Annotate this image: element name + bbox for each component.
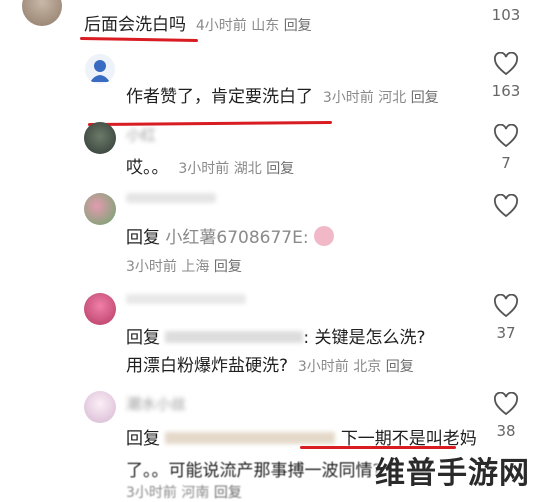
- like-button[interactable]: 37: [486, 294, 526, 342]
- heart-icon: [494, 52, 518, 76]
- comment-text-line2: 用漂白粉爆炸盐硬洗? 3小时前 北京 回复: [126, 356, 414, 376]
- reply-link[interactable]: 回复: [214, 485, 242, 501]
- user-name[interactable]: [126, 193, 216, 203]
- comment-meta: 3小时前 河南 回复: [126, 485, 242, 501]
- avatar[interactable]: [84, 293, 116, 325]
- user-name[interactable]: [126, 294, 246, 304]
- annotation-underline: [87, 120, 333, 127]
- user-name[interactable]: 小红: [126, 124, 156, 145]
- comment-text: 哎。。 3小时前 湖北 回复: [126, 158, 295, 178]
- avatar[interactable]: [84, 391, 116, 423]
- like-button[interactable]: 163: [486, 52, 526, 100]
- like-button[interactable]: 38: [486, 392, 526, 440]
- heart-icon: [494, 392, 518, 416]
- reply-link[interactable]: 回复: [386, 359, 414, 375]
- user-name[interactable]: 潮水小丝: [126, 393, 186, 414]
- like-button[interactable]: 7: [486, 124, 526, 172]
- reply-link[interactable]: 回复: [214, 259, 242, 275]
- like-count: 103: [491, 6, 521, 24]
- redacted-name: [165, 331, 304, 343]
- like-count: 37: [496, 324, 516, 342]
- reply-link[interactable]: 回复: [411, 90, 439, 106]
- avatar[interactable]: [85, 54, 115, 84]
- redacted-name: [165, 432, 336, 444]
- annotation-underline: [79, 36, 199, 43]
- like-button[interactable]: 103: [486, 0, 526, 24]
- avatar[interactable]: [22, 0, 62, 26]
- heart-icon: [494, 124, 518, 148]
- emoji-face-icon: [314, 226, 334, 246]
- comment-text: 后面会洗白吗 4小时前 山东 回复: [84, 15, 312, 35]
- like-count: 38: [496, 422, 516, 440]
- avatar[interactable]: [84, 122, 116, 154]
- watermark: 维普手游网: [375, 456, 530, 491]
- heart-icon: [494, 294, 518, 318]
- person-icon: [90, 60, 110, 82]
- avatar[interactable]: [84, 193, 116, 225]
- comment-text: 作者赞了，肯定要洗白了 3小时前 河北 回复: [126, 87, 439, 107]
- comment-text: 回复 小红薯6708677E:: [126, 223, 334, 248]
- comment-text-line2: 了。。可能说流产那事搏一波同情?: [126, 461, 382, 481]
- like-button[interactable]: [486, 194, 526, 218]
- reply-link[interactable]: 回复: [284, 18, 312, 34]
- like-count: 163: [491, 82, 521, 100]
- heart-icon: [494, 194, 518, 218]
- reply-link[interactable]: 回复: [266, 161, 294, 177]
- comment-text: 回复 : 关键是怎么洗?: [126, 328, 426, 348]
- like-count: 7: [501, 154, 511, 172]
- comment-meta: 3小时前 上海 回复: [126, 259, 242, 275]
